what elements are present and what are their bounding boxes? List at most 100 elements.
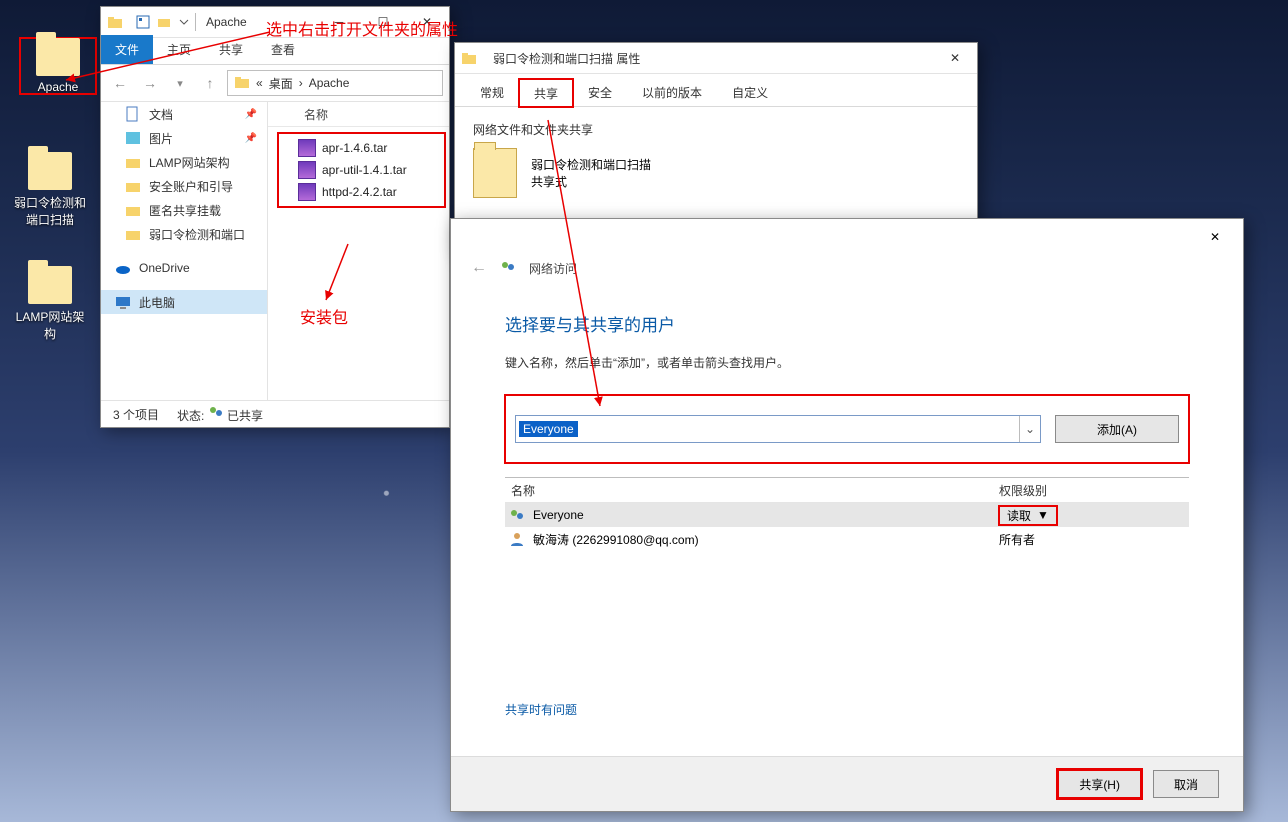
- tab-file[interactable]: 文件: [101, 35, 153, 64]
- minimize-button[interactable]: ─: [317, 7, 361, 37]
- folder-thumb-icon: [473, 148, 517, 198]
- new-folder-icon[interactable]: [157, 14, 173, 30]
- properties-tabs: 常规 共享 安全 以前的版本 自定义: [455, 78, 977, 107]
- file-row[interactable]: apr-1.4.6.tar: [278, 137, 445, 159]
- col-name[interactable]: 名称: [505, 482, 999, 499]
- share-mode: 共享式: [531, 173, 651, 190]
- breadcrumb-seg[interactable]: 桌面: [269, 75, 293, 92]
- pictures-icon: [125, 130, 141, 146]
- tab-view[interactable]: 查看: [257, 35, 309, 64]
- sidebar-item-label: 图片: [149, 130, 173, 147]
- share-button[interactable]: 共享(H): [1058, 770, 1141, 798]
- network-access-dialog[interactable]: ✕ ← 网络访问 选择要与其共享的用户 键入名称，然后单击“添加”，或者单击箭头…: [450, 218, 1244, 812]
- explorer-window[interactable]: Apache ─ ☐ ✕ 文件 主页 共享 查看 ← → ▾ ↑ « 桌面 › …: [100, 6, 450, 428]
- dialog-footer: 共享(H) 取消: [451, 756, 1243, 811]
- column-header-name[interactable]: 名称: [268, 102, 449, 127]
- properties-titlebar[interactable]: 弱口令检测和端口扫描 属性 ✕: [455, 43, 977, 74]
- explorer-sidebar[interactable]: 文档 图片 LAMP网站架构 安全账户和引导 匿名共享挂载 弱口令检测和端口 O…: [101, 102, 268, 400]
- desktop-folder-weakpwd[interactable]: 弱口令检测和端口扫描: [12, 152, 88, 228]
- sidebar-item-label: 匿名共享挂载: [149, 202, 221, 219]
- qat-dropdown-icon[interactable]: [179, 14, 189, 30]
- folder-icon: [234, 74, 250, 93]
- col-level[interactable]: 权限级别: [999, 482, 1189, 499]
- file-row[interactable]: httpd-2.4.2.tar: [278, 181, 445, 203]
- file-name: apr-1.4.6.tar: [322, 141, 387, 155]
- tab-general[interactable]: 常规: [465, 78, 519, 106]
- folder-icon: [107, 14, 123, 30]
- sidebar-item-folder[interactable]: 匿名共享挂载: [101, 198, 267, 222]
- folder-icon: [125, 202, 141, 218]
- dialog-nav-title: 网络访问: [529, 260, 577, 277]
- chevron-down-icon[interactable]: ⌄: [1019, 416, 1040, 442]
- sidebar-item-label: 安全账户和引导: [149, 178, 233, 195]
- up-button[interactable]: ↑: [197, 70, 223, 96]
- archive-icon: [298, 183, 316, 201]
- sharing-trouble-link[interactable]: 共享时有问题: [505, 701, 577, 718]
- close-button[interactable]: ✕: [933, 43, 977, 73]
- onedrive-icon: [115, 260, 131, 276]
- sidebar-item-folder[interactable]: 安全账户和引导: [101, 174, 267, 198]
- permission-name: 敏海涛 (2262991080@qq.com): [533, 531, 699, 548]
- user-icon: [509, 531, 525, 547]
- sidebar-item-label: OneDrive: [139, 261, 190, 275]
- cancel-button[interactable]: 取消: [1153, 770, 1219, 798]
- permission-name: Everyone: [533, 508, 584, 522]
- maximize-button[interactable]: ☐: [361, 7, 405, 37]
- file-row[interactable]: apr-util-1.4.1.tar: [278, 159, 445, 181]
- permission-row[interactable]: 敏海涛 (2262991080@qq.com) 所有者: [505, 527, 1189, 551]
- sharing-group-label: 网络文件和文件夹共享: [473, 121, 959, 138]
- back-button[interactable]: ←: [471, 259, 487, 277]
- file-name: httpd-2.4.2.tar: [322, 185, 397, 199]
- user-combobox-value: Everyone: [519, 421, 578, 437]
- breadcrumb-chevron[interactable]: «: [256, 76, 263, 90]
- properties-body: 网络文件和文件夹共享 弱口令检测和端口扫描 共享式: [455, 107, 977, 198]
- sidebar-item-pictures[interactable]: 图片: [101, 126, 267, 150]
- sidebar-item-thispc[interactable]: 此电脑: [101, 290, 267, 314]
- dialog-titlebar[interactable]: ✕: [451, 219, 1243, 255]
- history-dropdown[interactable]: ▾: [167, 70, 193, 96]
- desktop-icon-label: Apache: [20, 80, 96, 94]
- desktop-folder-lamp[interactable]: LAMP网站架构: [12, 266, 88, 342]
- folder-icon: [125, 226, 141, 242]
- permission-level-dropdown[interactable]: 读取▼: [999, 506, 1057, 525]
- permission-table: 名称 权限级别 Everyone 读取▼ 敏海涛 (2262991080@qq.…: [505, 477, 1189, 551]
- sidebar-item-onedrive[interactable]: OneDrive: [101, 256, 267, 280]
- tab-versions[interactable]: 以前的版本: [627, 78, 717, 106]
- dialog-hint: 键入名称，然后单击“添加”，或者单击箭头查找用户。: [505, 354, 1189, 371]
- ribbon-tabs: 文件 主页 共享 查看: [101, 38, 449, 65]
- desktop-folder-apache[interactable]: Apache: [20, 38, 96, 94]
- user-combobox[interactable]: Everyone ⌄: [515, 415, 1041, 443]
- documents-icon: [125, 106, 141, 122]
- tab-share[interactable]: 共享: [205, 35, 257, 64]
- tab-security[interactable]: 安全: [573, 78, 627, 106]
- computer-icon: [115, 294, 131, 310]
- properties-icon[interactable]: [135, 14, 151, 30]
- add-button[interactable]: 添加(A): [1055, 415, 1179, 443]
- desktop-icon-label: LAMP网站架构: [12, 308, 88, 342]
- folder-icon: [125, 178, 141, 194]
- back-button[interactable]: ←: [107, 70, 133, 96]
- permission-level: 所有者: [999, 531, 1035, 548]
- sidebar-item-label: 文档: [149, 106, 173, 123]
- folder-icon: [125, 154, 141, 170]
- quick-access-toolbar: [135, 13, 196, 31]
- explorer-titlebar[interactable]: Apache ─ ☐ ✕: [101, 7, 449, 38]
- folder-icon: [461, 50, 477, 66]
- breadcrumb[interactable]: « 桌面 › Apache: [227, 70, 443, 96]
- users-icon: [499, 258, 517, 279]
- permission-row[interactable]: Everyone 读取▼: [505, 503, 1189, 527]
- forward-button[interactable]: →: [137, 70, 163, 96]
- tab-home[interactable]: 主页: [153, 35, 205, 64]
- sidebar-item-documents[interactable]: 文档: [101, 102, 267, 126]
- close-button[interactable]: ✕: [1193, 222, 1237, 252]
- sidebar-item-folder[interactable]: 弱口令检测和端口: [101, 222, 267, 246]
- breadcrumb-seg[interactable]: Apache: [309, 76, 350, 90]
- tab-custom[interactable]: 自定义: [717, 78, 783, 106]
- explorer-content[interactable]: 名称 apr-1.4.6.tar apr-util-1.4.1.tar http…: [268, 102, 449, 400]
- tab-sharing[interactable]: 共享: [519, 79, 573, 107]
- close-button[interactable]: ✕: [405, 7, 449, 37]
- group-icon: [509, 507, 525, 523]
- status-bar: 3 个项目 状态: 已共享: [101, 400, 449, 427]
- sidebar-item-folder[interactable]: LAMP网站架构: [101, 150, 267, 174]
- archive-icon: [298, 139, 316, 157]
